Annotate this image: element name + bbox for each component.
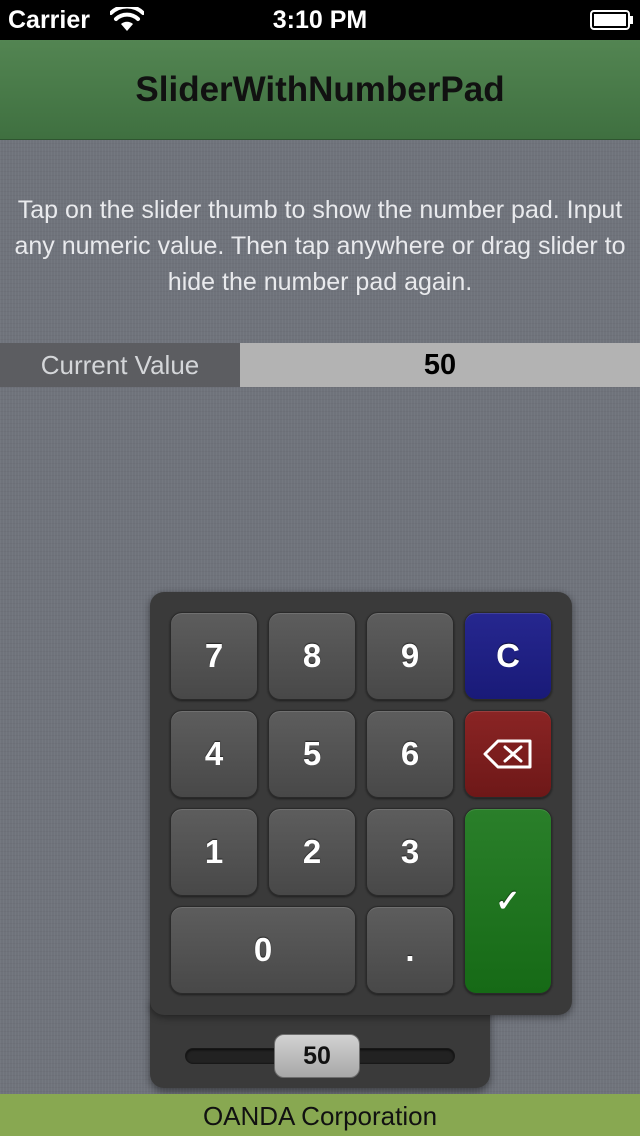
key-3[interactable]: 3	[366, 808, 454, 896]
key-4[interactable]: 4	[170, 710, 258, 798]
key-5[interactable]: 5	[268, 710, 356, 798]
navigation-bar: SliderWithNumberPad	[0, 40, 640, 140]
decimal-point-key[interactable]: .	[366, 906, 454, 994]
key-7[interactable]: 7	[170, 612, 258, 700]
footer-label: OANDA Corporation	[0, 1094, 640, 1136]
backspace-icon	[483, 739, 532, 769]
slider-thumb[interactable]: 50	[274, 1034, 360, 1078]
page-title: SliderWithNumberPad	[135, 70, 505, 109]
status-bar: Carrier 3:10 PM	[0, 0, 640, 40]
key-0[interactable]: 0	[170, 906, 356, 994]
backspace-button[interactable]	[464, 710, 552, 798]
current-value-display: 50	[240, 343, 640, 387]
key-8[interactable]: 8	[268, 612, 356, 700]
status-time: 3:10 PM	[272, 6, 368, 34]
current-value-label: Current Value	[0, 343, 240, 387]
key-6[interactable]: 6	[366, 710, 454, 798]
battery-full-icon	[590, 10, 633, 30]
key-2[interactable]: 2	[268, 808, 356, 896]
done-button[interactable]: ✓	[464, 808, 552, 994]
instructions-text: Tap on the slider thumb to show the numb…	[14, 196, 626, 296]
current-value-row: Current Value 50	[0, 343, 640, 387]
key-1[interactable]: 1	[170, 808, 258, 896]
clear-button[interactable]: C	[464, 612, 552, 700]
key-9[interactable]: 9	[366, 612, 454, 700]
